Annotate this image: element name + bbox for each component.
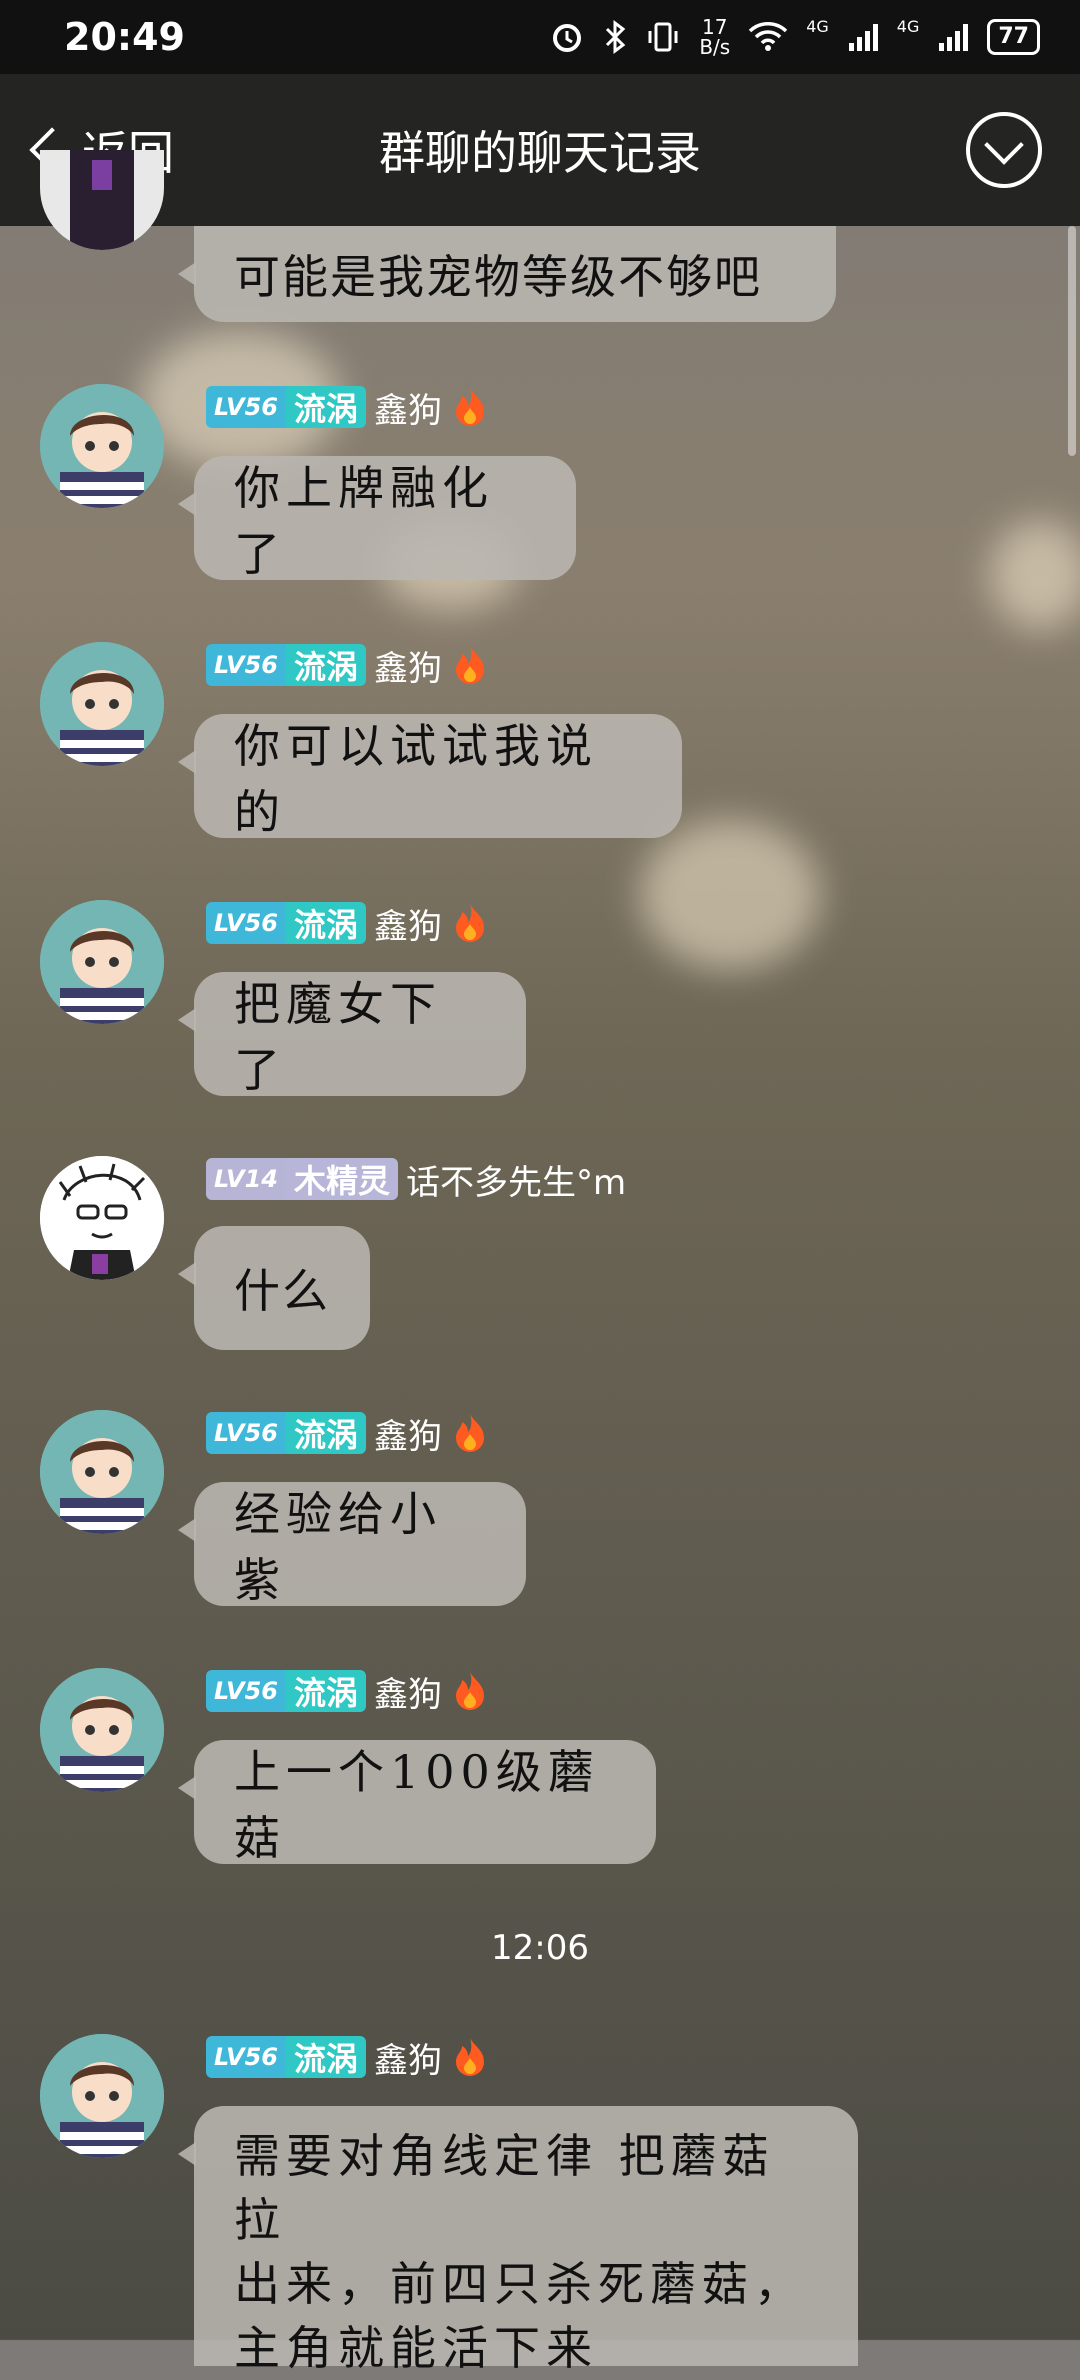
sender-info: LV56 流涡 鑫狗 bbox=[206, 641, 490, 690]
message-bubble[interactable]: 你上牌融化了 bbox=[178, 456, 576, 581]
signal-icon bbox=[939, 24, 969, 51]
level-badge: LV56 流涡 bbox=[206, 1670, 366, 1712]
status-icons: 17 B/s 4G 4G 77 bbox=[549, 17, 1040, 57]
background-cloud bbox=[640, 820, 820, 970]
background-cloud bbox=[990, 520, 1080, 630]
sender-info: LV56 流涡 鑫狗 bbox=[206, 383, 490, 432]
sender-name[interactable]: 鑫狗 bbox=[374, 899, 442, 948]
fire-icon bbox=[455, 1672, 484, 1710]
signal-icon bbox=[848, 24, 878, 51]
fire-icon bbox=[455, 904, 484, 942]
boy-avatar bbox=[40, 642, 164, 766]
fire-icon bbox=[455, 388, 484, 426]
sketch-avatar bbox=[40, 1156, 164, 1280]
avatar[interactable] bbox=[40, 642, 164, 766]
fire-icon bbox=[455, 1414, 484, 1452]
sender-name[interactable]: 鑫狗 bbox=[374, 641, 442, 690]
sender-name[interactable]: 鑫狗 bbox=[374, 383, 442, 432]
message-line: 出来，前四只杀死蘑菇， bbox=[234, 2257, 806, 2311]
message-bubble[interactable]: 你可以试试我说的 bbox=[178, 714, 682, 839]
vibrate-icon bbox=[648, 22, 678, 52]
message-bubble[interactable]: 什么 bbox=[178, 1226, 370, 1350]
boy-avatar bbox=[40, 384, 164, 508]
fire-icon bbox=[455, 646, 484, 684]
avatar[interactable] bbox=[40, 384, 164, 508]
signal-label-2: 4G bbox=[896, 17, 920, 36]
message-bubble[interactable]: 经验给小紫 bbox=[178, 1482, 526, 1607]
sender-info: LV14 木精灵 话不多先生°m bbox=[206, 1155, 626, 1204]
avatar-drawing bbox=[70, 150, 134, 250]
sender-name[interactable]: 鑫狗 bbox=[374, 1409, 442, 1458]
sender-info: LV56 流涡 鑫狗 bbox=[206, 1409, 490, 1458]
message-bubble[interactable]: 上一个100级蘑菇 bbox=[178, 1740, 656, 1865]
fire-icon bbox=[455, 2038, 484, 2076]
net-speed: 17 B/s bbox=[699, 17, 730, 57]
level-badge: LV56 流涡 bbox=[206, 902, 366, 944]
bluetooth-icon bbox=[606, 20, 626, 54]
status-bar: 20:49 17 B/s 4G 4G 77 bbox=[0, 0, 1080, 74]
sender-name[interactable]: 话不多先生°m bbox=[406, 1155, 626, 1204]
avatar[interactable] bbox=[40, 900, 164, 1024]
message-bubble[interactable]: 需要对角线定律 把蘑菇拉 出来，前四只杀死蘑菇， 主角就能活下来 bbox=[178, 2106, 858, 2375]
level-badge: LV14 木精灵 bbox=[206, 1158, 398, 1200]
alarm-icon bbox=[553, 24, 582, 52]
boy-avatar bbox=[40, 2034, 164, 2158]
sender-name[interactable]: 鑫狗 bbox=[374, 1667, 442, 1716]
sender-info: LV56 流涡 鑫狗 bbox=[206, 899, 490, 948]
boy-avatar bbox=[40, 1410, 164, 1534]
boy-avatar bbox=[40, 900, 164, 1024]
status-time: 20:49 bbox=[64, 15, 185, 59]
avatar[interactable] bbox=[40, 150, 164, 250]
message-line: 需要对角线定律 把蘑菇拉 bbox=[234, 2129, 775, 2247]
message-bubble[interactable]: 可能是我宠物等级不够吧 bbox=[178, 226, 836, 322]
wifi-icon bbox=[749, 22, 788, 51]
message-line: 主角就能活下来 bbox=[234, 2321, 598, 2375]
sender-info: LV56 流涡 鑫狗 bbox=[206, 2033, 490, 2082]
signal-label-1: 4G bbox=[806, 17, 829, 36]
scrollbar[interactable] bbox=[1068, 226, 1076, 456]
net-speed-unit: B/s bbox=[699, 35, 731, 59]
level-badge: LV56 流涡 bbox=[206, 386, 366, 428]
net-speed-value: 17 bbox=[702, 15, 728, 39]
battery-level: 77 bbox=[987, 19, 1040, 55]
level-badge: LV56 流涡 bbox=[206, 1412, 366, 1454]
avatar[interactable] bbox=[40, 2034, 164, 2158]
avatar[interactable] bbox=[40, 1156, 164, 1280]
chevron-down-circle-icon[interactable] bbox=[966, 112, 1042, 188]
level-badge: LV56 流涡 bbox=[206, 2036, 366, 2078]
message-bubble[interactable]: 把魔女下了 bbox=[178, 972, 526, 1097]
sender-info: LV56 流涡 鑫狗 bbox=[206, 1667, 490, 1716]
avatar[interactable] bbox=[40, 1410, 164, 1534]
boy-avatar bbox=[40, 1668, 164, 1792]
sender-name[interactable]: 鑫狗 bbox=[374, 2033, 442, 2082]
level-badge: LV56 流涡 bbox=[206, 644, 366, 686]
time-divider: 12:06 bbox=[491, 1928, 589, 1968]
avatar[interactable] bbox=[40, 1668, 164, 1792]
